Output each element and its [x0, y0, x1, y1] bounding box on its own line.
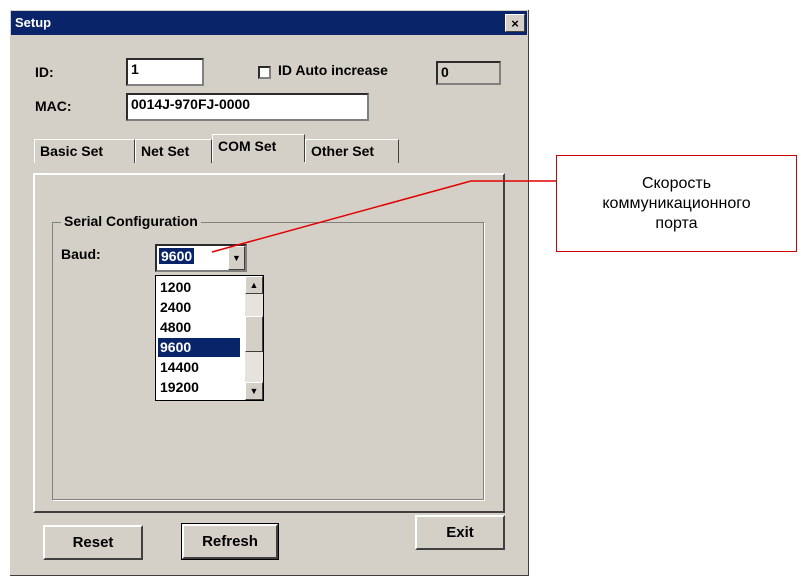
annotation-callout: Скорость коммуникационного порта	[556, 155, 797, 252]
annotation-pointer	[211, 180, 556, 253]
annotation-line	[211, 180, 556, 253]
tab-com-set[interactable]: COM Set	[212, 134, 305, 162]
